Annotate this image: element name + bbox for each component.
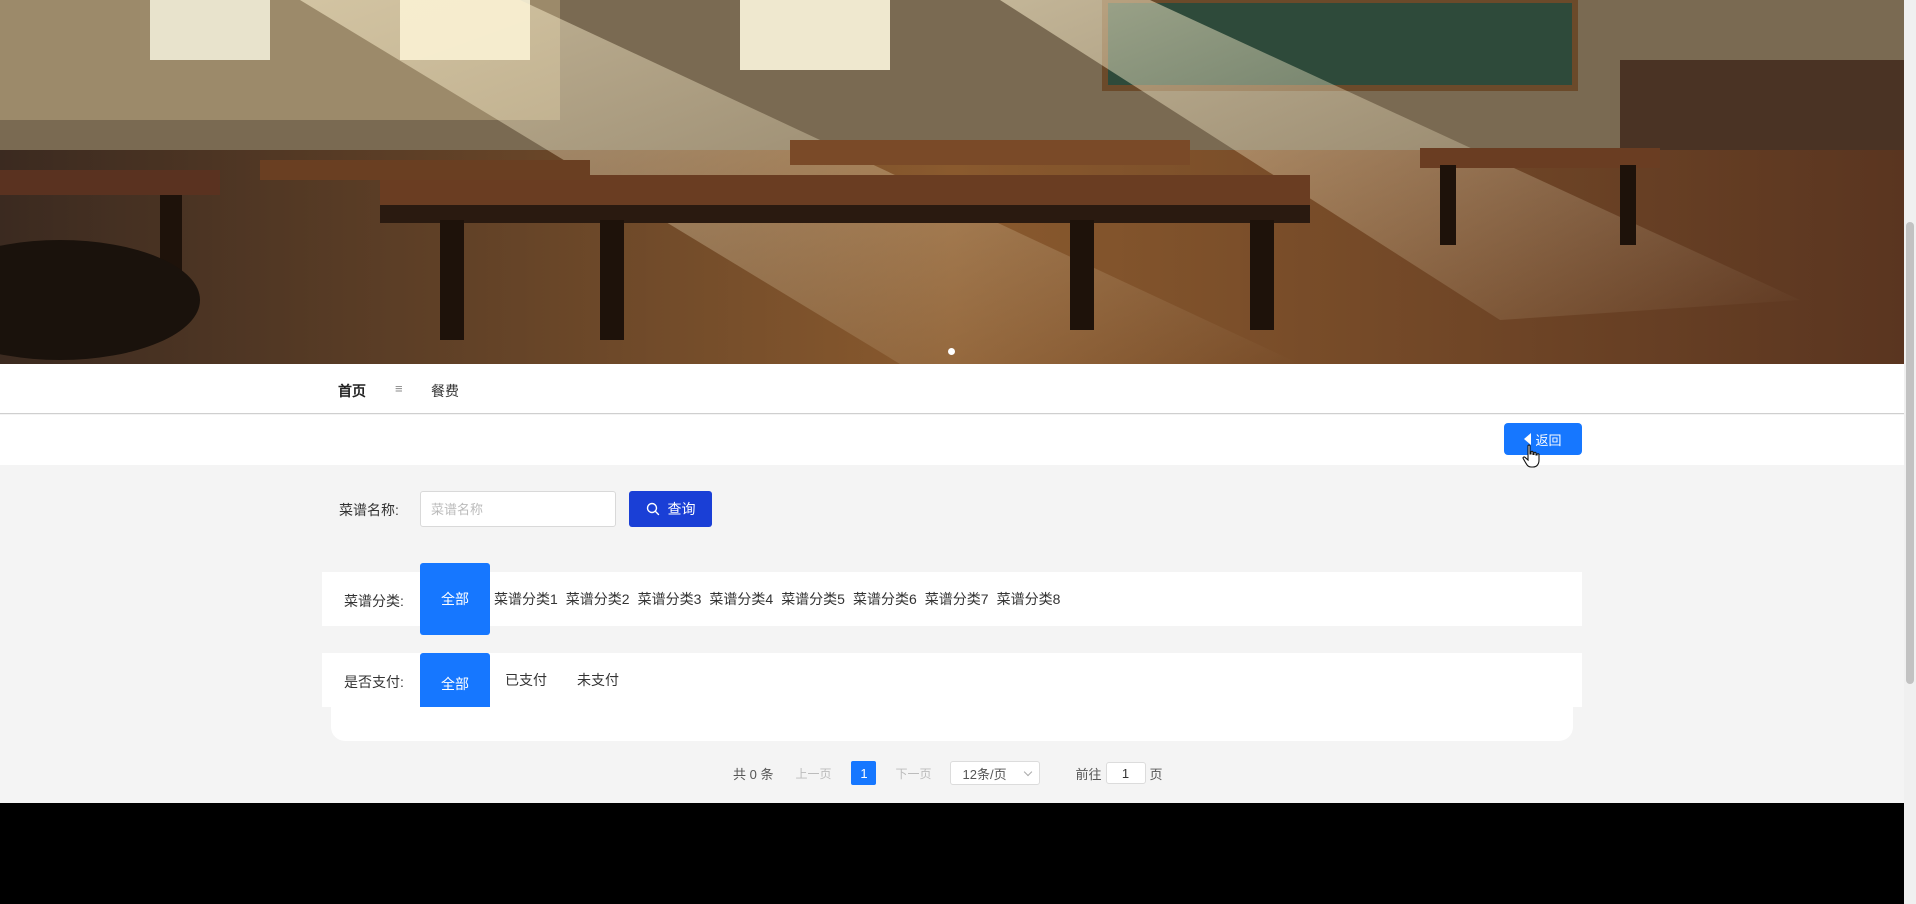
payment-filter: 是否支付: 全部 已支付 未支付 bbox=[322, 653, 1582, 715]
banner-image bbox=[0, 0, 1904, 364]
page-size-value: 12条/页 bbox=[962, 766, 1007, 782]
breadcrumb-separator-icon: ≡ bbox=[395, 381, 403, 396]
banner-carousel[interactable] bbox=[0, 0, 1904, 364]
payment-option-unpaid[interactable]: 未支付 bbox=[577, 670, 619, 690]
search-button-label: 查询 bbox=[667, 501, 696, 517]
pagination-total: 共 0 条 bbox=[733, 766, 774, 782]
category-option-4[interactable]: 菜谱分类4 bbox=[709, 589, 773, 609]
payment-option-all[interactable]: 全部 bbox=[420, 653, 490, 715]
goto-page-input[interactable] bbox=[1105, 762, 1146, 784]
category-options: 全部 菜谱分类1 菜谱分类2 菜谱分类3 菜谱分类4 菜谱分类5 菜谱分类6 菜… bbox=[420, 562, 1064, 635]
category-option-1[interactable]: 菜谱分类1 bbox=[494, 589, 558, 609]
breadcrumb: 首页 ≡ 餐费 bbox=[0, 364, 1904, 414]
category-option-2[interactable]: 菜谱分类2 bbox=[566, 589, 630, 609]
goto-suffix: 页 bbox=[1149, 766, 1163, 782]
page-size-select[interactable]: 12条/页 bbox=[949, 761, 1040, 785]
breadcrumb-current: 餐费 bbox=[431, 383, 459, 399]
chevron-down-icon bbox=[1023, 767, 1032, 777]
goto-label: 前往 bbox=[1075, 766, 1102, 782]
page: 首页 ≡ 餐费 返回 菜谱名称: 查询 菜谱分类: 全部 菜谱分类1 菜谱分类2… bbox=[0, 0, 1904, 803]
payment-options: 全部 已支付 未支付 bbox=[420, 653, 634, 715]
payment-option-paid[interactable]: 已支付 bbox=[505, 670, 547, 690]
category-filter: 菜谱分类: 全部 菜谱分类1 菜谱分类2 菜谱分类3 菜谱分类4 菜谱分类5 菜… bbox=[322, 562, 1582, 635]
pagination-prev-button[interactable]: 上一页 bbox=[795, 765, 831, 782]
vertical-scrollbar[interactable] bbox=[1904, 0, 1916, 904]
category-option-6[interactable]: 菜谱分类6 bbox=[853, 589, 917, 609]
results-panel bbox=[331, 707, 1573, 741]
search-label: 菜谱名称: bbox=[339, 502, 399, 518]
back-bar: 返回 bbox=[0, 415, 1904, 465]
pagination: 共 0 条 上一页 1 下一页 12条/页 前往 页 bbox=[733, 761, 1163, 785]
pagination-page-1[interactable]: 1 bbox=[851, 761, 877, 785]
scrollbar-thumb[interactable] bbox=[1906, 222, 1914, 684]
hand-pointer-icon bbox=[1522, 444, 1540, 468]
back-button[interactable]: 返回 bbox=[1504, 423, 1582, 455]
breadcrumb-home-link[interactable]: 首页 bbox=[338, 381, 366, 401]
carousel-indicator-dot[interactable] bbox=[948, 348, 955, 355]
category-option-all[interactable]: 全部 bbox=[420, 562, 490, 635]
category-filter-label: 菜谱分类: bbox=[344, 593, 404, 609]
category-option-7[interactable]: 菜谱分类7 bbox=[925, 589, 989, 609]
pagination-next-button[interactable]: 下一页 bbox=[895, 765, 931, 782]
search-button[interactable]: 查询 bbox=[629, 491, 712, 527]
category-option-3[interactable]: 菜谱分类3 bbox=[638, 589, 702, 609]
category-option-5[interactable]: 菜谱分类5 bbox=[781, 589, 845, 609]
category-option-8[interactable]: 菜谱分类8 bbox=[997, 589, 1061, 609]
payment-filter-label: 是否支付: bbox=[344, 674, 404, 690]
search-icon bbox=[646, 502, 659, 516]
search-input[interactable] bbox=[420, 491, 616, 527]
